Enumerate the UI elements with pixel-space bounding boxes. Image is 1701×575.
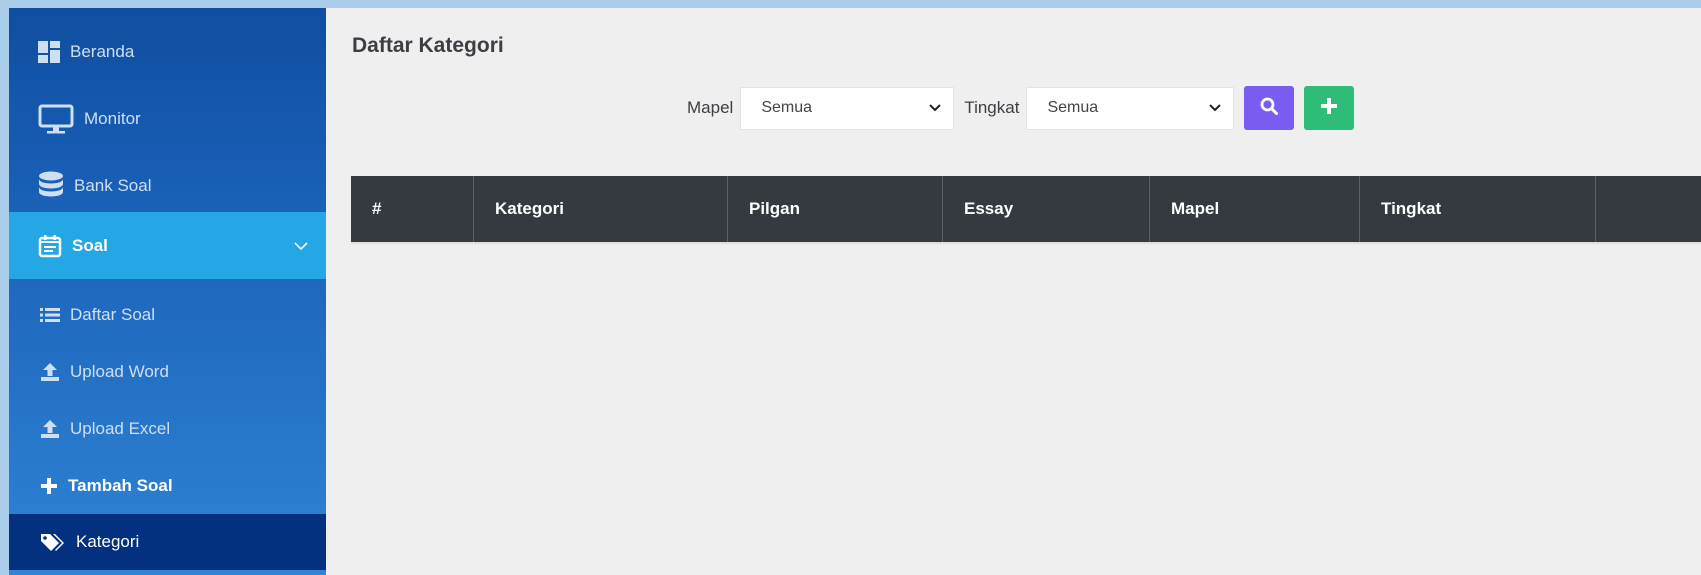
column-header-kategori[interactable]: Kategori — [474, 176, 728, 242]
mapel-select[interactable]: Semua — [740, 86, 955, 130]
upload-icon — [40, 362, 60, 382]
filter-bar: Mapel Semua Tingkat Semua — [326, 86, 1701, 130]
dashboard-icon — [38, 40, 60, 63]
upload-icon — [40, 419, 60, 439]
chevron-down-icon — [1209, 99, 1222, 117]
sidebar-item-label: Bank Soal — [74, 175, 152, 195]
tingkat-select[interactable]: Semua — [1026, 86, 1235, 130]
calendar-list-icon — [38, 234, 62, 258]
mapel-label: Mapel — [687, 98, 734, 117]
column-header-mapel[interactable]: Mapel — [1150, 176, 1360, 242]
sidebar-item-label: Monitor — [84, 108, 141, 128]
plus-icon — [40, 477, 58, 495]
sidebar: Beranda Monitor Bank Soal Soal Daftar So… — [9, 8, 326, 575]
sidebar-item-upload-excel[interactable]: Upload Excel — [9, 400, 326, 457]
sidebar-item-beranda[interactable]: Beranda — [9, 18, 326, 85]
list-icon — [40, 307, 60, 323]
sidebar-item-soal[interactable]: Soal — [9, 212, 326, 279]
sidebar-item-label: Kategori — [76, 532, 140, 551]
column-header-tingkat[interactable]: Tingkat — [1360, 176, 1596, 242]
monitor-icon — [38, 104, 74, 134]
sidebar-item-bank-soal[interactable]: Bank Soal — [9, 152, 326, 219]
sidebar-item-monitor[interactable]: Monitor — [9, 85, 326, 152]
tingkat-label: Tingkat — [964, 98, 1020, 117]
sidebar-item-label: Daftar Soal — [70, 304, 156, 324]
sidebar-item-label: Upload Excel — [70, 418, 171, 438]
sidebar-item-label: Beranda — [70, 41, 135, 61]
search-button[interactable] — [1244, 86, 1295, 130]
search-icon — [1260, 97, 1279, 120]
sidebar-item-label: Soal — [72, 235, 108, 255]
sidebar-item-daftar-soal[interactable]: Daftar Soal — [9, 286, 326, 343]
sidebar-item-tambah-soal[interactable]: Tambah Soal — [9, 457, 326, 514]
chevron-down-icon — [929, 99, 942, 117]
tingkat-select-value: Semua — [1047, 99, 1099, 116]
page-title: Daftar Kategori — [352, 34, 504, 57]
database-icon — [38, 171, 64, 201]
app-window: Beranda Monitor Bank Soal Soal Daftar So… — [9, 8, 1701, 575]
column-header-pilgan[interactable]: Pilgan — [728, 176, 943, 242]
main-content: Daftar Kategori Mapel Semua Tingkat Semu… — [326, 8, 1701, 575]
plus-icon — [1321, 97, 1338, 119]
add-category-button[interactable] — [1304, 86, 1355, 130]
chevron-down-icon — [294, 236, 308, 256]
sidebar-item-kategori[interactable]: Kategori — [9, 514, 326, 570]
sidebar-item-upload-word[interactable]: Upload Word — [9, 343, 326, 400]
column-header-number[interactable]: # — [351, 176, 474, 242]
mapel-select-value: Semua — [761, 99, 813, 116]
column-header-actions — [1596, 176, 1701, 242]
tags-icon — [40, 532, 66, 552]
sidebar-item-label: Upload Word — [70, 361, 169, 381]
column-header-essay[interactable]: Essay — [943, 176, 1150, 242]
table-header: # Kategori Pilgan Essay Mapel Tingkat — [351, 176, 1701, 244]
sidebar-item-label: Tambah Soal — [68, 475, 173, 495]
